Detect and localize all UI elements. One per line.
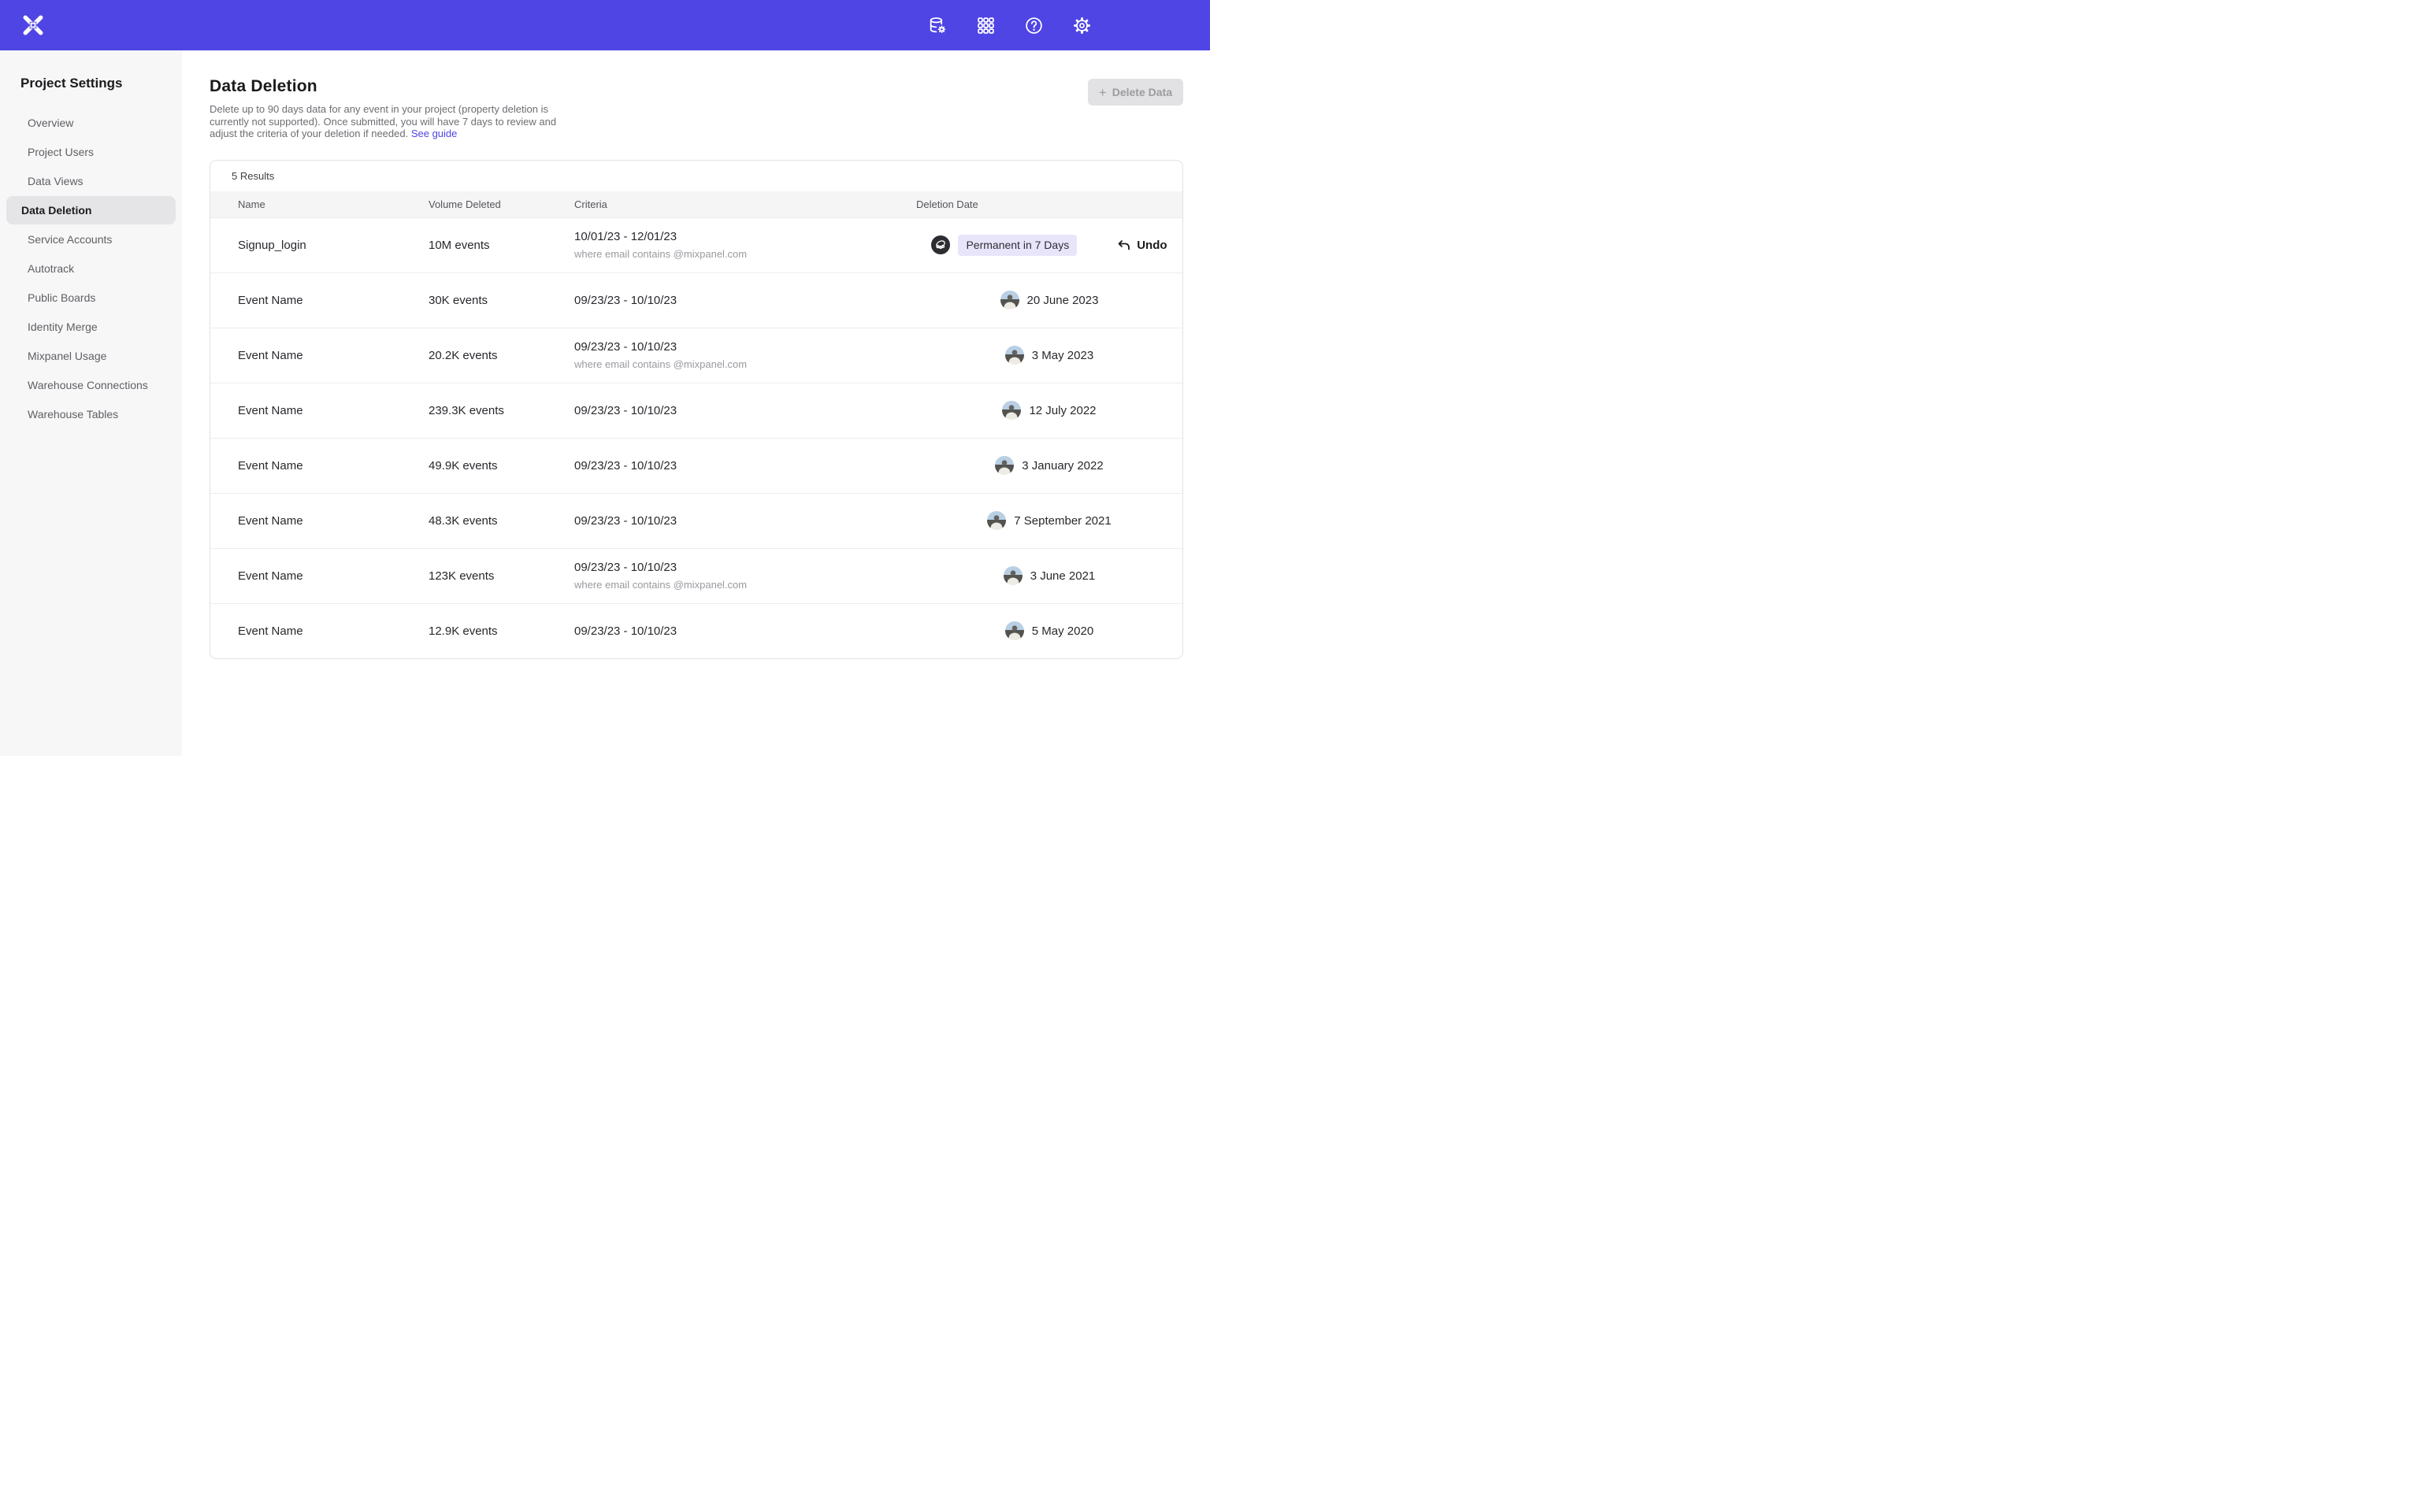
sidebar-item-public-boards[interactable]: Public Boards bbox=[6, 284, 176, 312]
table-row: Event Name 48.3K events 09/23/23 - 10/10… bbox=[210, 493, 1182, 548]
top-navigation-bar bbox=[0, 0, 1210, 50]
volume-cell: 239.3K events bbox=[429, 404, 574, 417]
deletion-date-cell: 3 January 2022 bbox=[916, 456, 1182, 475]
sidebar-item-data-deletion[interactable]: Data Deletion bbox=[6, 196, 176, 224]
volume-cell: 48.3K events bbox=[429, 514, 574, 528]
user-avatar bbox=[1000, 291, 1019, 309]
deletion-date-cell: 3 May 2023 bbox=[916, 346, 1182, 365]
deletion-date: 3 January 2022 bbox=[1022, 459, 1103, 472]
plus-icon: + bbox=[1099, 86, 1107, 99]
deletion-date-cell: 5 May 2020 bbox=[916, 621, 1182, 640]
delete-data-button[interactable]: + Delete Data bbox=[1088, 79, 1183, 106]
table-row: Event Name 12.9K events 09/23/23 - 10/10… bbox=[210, 603, 1182, 658]
sidebar-item-overview[interactable]: Overview bbox=[6, 109, 176, 137]
sidebar-item-project-users[interactable]: Project Users bbox=[6, 138, 176, 166]
sidebar-title: Project Settings bbox=[0, 76, 182, 91]
volume-cell: 12.9K events bbox=[429, 624, 574, 638]
user-avatar bbox=[995, 456, 1014, 475]
undo-button[interactable]: Undo bbox=[1116, 238, 1167, 253]
delete-data-label: Delete Data bbox=[1112, 86, 1172, 98]
data-deletion-page: Data Deletion Delete up to 90 days data … bbox=[182, 50, 1210, 756]
deletion-date: 7 September 2021 bbox=[1014, 514, 1111, 528]
sidebar-item-identity-merge[interactable]: Identity Merge bbox=[6, 313, 176, 341]
deletion-date: 20 June 2023 bbox=[1027, 294, 1099, 307]
criteria-cell: 09/23/23 - 10/10/23 where email contains… bbox=[574, 561, 916, 591]
criteria-cell: 10/01/23 - 12/01/23 where email contains… bbox=[574, 230, 916, 260]
settings-gear-icon[interactable] bbox=[1072, 16, 1092, 35]
criteria-cell: 09/23/23 - 10/10/23 bbox=[574, 624, 916, 638]
user-avatar bbox=[1004, 566, 1023, 585]
results-count: 5 Results bbox=[210, 161, 1182, 191]
criteria-cell: 09/23/23 - 10/10/23 bbox=[574, 404, 916, 417]
volume-cell: 20.2K events bbox=[429, 349, 574, 362]
user-avatar bbox=[987, 511, 1006, 530]
project-settings-sidebar: Project Settings Overview Project Users … bbox=[0, 50, 182, 756]
sidebar-item-warehouse-tables[interactable]: Warehouse Tables bbox=[6, 400, 176, 428]
name-cell: Event Name bbox=[238, 294, 429, 307]
volume-cell: 30K events bbox=[429, 294, 574, 307]
user-avatar bbox=[931, 235, 950, 254]
data-management-icon[interactable] bbox=[928, 16, 948, 35]
volume-cell: 10M events bbox=[429, 239, 574, 252]
name-cell: Event Name bbox=[238, 404, 429, 417]
see-guide-link[interactable]: See guide bbox=[411, 128, 458, 139]
user-avatar bbox=[1005, 621, 1024, 640]
volume-cell: 49.9K events bbox=[429, 459, 574, 472]
deletion-date: 3 May 2023 bbox=[1032, 349, 1093, 362]
status-badge: Permanent in 7 Days bbox=[958, 235, 1077, 256]
description-text: Delete up to 90 days data for any event … bbox=[210, 103, 556, 139]
criteria-cell: 09/23/23 - 10/10/23 bbox=[574, 459, 916, 472]
column-header-deletion-date: Deletion Date bbox=[916, 198, 1182, 210]
table-row: Event Name 20.2K events 09/23/23 - 10/10… bbox=[210, 328, 1182, 383]
sidebar-item-mixpanel-usage[interactable]: Mixpanel Usage bbox=[6, 342, 176, 370]
criteria-cell: 09/23/23 - 10/10/23 where email contains… bbox=[574, 340, 916, 370]
deletion-date: 12 July 2022 bbox=[1029, 404, 1096, 417]
deletion-date-cell: 7 September 2021 bbox=[916, 511, 1182, 530]
page-title: Data Deletion bbox=[210, 77, 558, 96]
mixpanel-logo-icon[interactable] bbox=[23, 15, 43, 35]
name-cell: Event Name bbox=[238, 569, 429, 583]
undo-icon bbox=[1116, 238, 1131, 253]
sidebar-item-autotrack[interactable]: Autotrack bbox=[6, 254, 176, 283]
user-avatar bbox=[1005, 346, 1024, 365]
user-avatar bbox=[1002, 401, 1021, 420]
column-header-volume-deleted: Volume Deleted bbox=[429, 198, 574, 210]
sidebar-item-data-views[interactable]: Data Views bbox=[6, 167, 176, 195]
table-header-row: NameVolume DeletedCriteriaDeletion Date bbox=[210, 191, 1182, 217]
criteria-cell: 09/23/23 - 10/10/23 bbox=[574, 294, 916, 307]
page-header-text: Data Deletion Delete up to 90 days data … bbox=[210, 77, 558, 140]
name-cell: Signup_login bbox=[238, 239, 429, 252]
sidebar-item-list: Overview Project Users Data Views Data D… bbox=[0, 109, 182, 428]
deletion-date: 3 June 2021 bbox=[1030, 569, 1096, 583]
name-cell: Event Name bbox=[238, 459, 429, 472]
help-icon[interactable] bbox=[1024, 16, 1044, 35]
deletion-date: 5 May 2020 bbox=[1032, 624, 1093, 638]
volume-cell: 123K events bbox=[429, 569, 574, 583]
sidebar-item-service-accounts[interactable]: Service Accounts bbox=[6, 225, 176, 254]
table-row: Signup_login 10M events 10/01/23 - 12/01… bbox=[210, 217, 1182, 272]
deletion-date-cell: 3 June 2021 bbox=[916, 566, 1182, 585]
deletion-date-cell: 20 June 2023 bbox=[916, 291, 1182, 309]
sidebar-item-warehouse-connections[interactable]: Warehouse Connections bbox=[6, 371, 176, 399]
column-header-criteria: Criteria bbox=[574, 198, 916, 210]
table-body: Signup_login 10M events 10/01/23 - 12/01… bbox=[210, 217, 1182, 658]
deletion-requests-card: 5 Results NameVolume DeletedCriteriaDele… bbox=[210, 160, 1183, 659]
table-row: Event Name 49.9K events 09/23/23 - 10/10… bbox=[210, 438, 1182, 493]
table-row: Event Name 123K events 09/23/23 - 10/10/… bbox=[210, 548, 1182, 603]
name-cell: Event Name bbox=[238, 514, 429, 528]
name-cell: Event Name bbox=[238, 349, 429, 362]
page-description: Delete up to 90 days data for any event … bbox=[210, 103, 558, 140]
column-header-name: Name bbox=[238, 198, 429, 210]
table-row: Event Name 30K events 09/23/23 - 10/10/2… bbox=[210, 272, 1182, 328]
deletion-date-cell: 12 July 2022 bbox=[916, 401, 1182, 420]
name-cell: Event Name bbox=[238, 624, 429, 638]
deletion-date-cell: Permanent in 7 Days Undo bbox=[916, 235, 1182, 256]
table-row: Event Name 239.3K events 09/23/23 - 10/1… bbox=[210, 383, 1182, 438]
topbar-icon-group bbox=[928, 16, 1092, 35]
apps-grid-icon[interactable] bbox=[976, 16, 996, 35]
criteria-cell: 09/23/23 - 10/10/23 bbox=[574, 514, 916, 528]
